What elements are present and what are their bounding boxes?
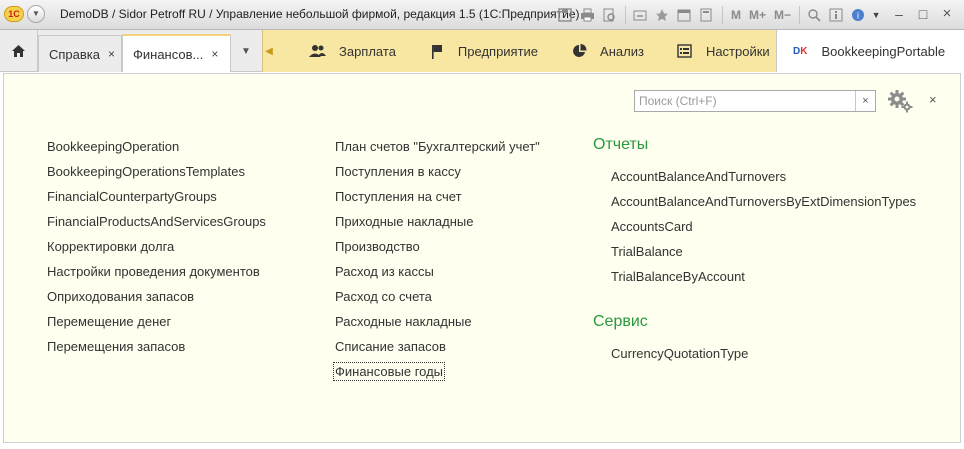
svg-text:i: i bbox=[857, 11, 859, 21]
service-link[interactable]: CurrencyQuotationType bbox=[611, 346, 748, 371]
print-icon[interactable] bbox=[577, 6, 597, 24]
nav-link[interactable]: Расход со счета bbox=[335, 289, 540, 314]
info-icon[interactable] bbox=[826, 6, 846, 24]
users-icon bbox=[309, 42, 327, 60]
search-input[interactable] bbox=[635, 91, 855, 111]
section-bookkeeping-portable[interactable]: DK BookkeepingPortable bbox=[776, 30, 964, 72]
title-toolbar: M M+ M− i ▼ bbox=[555, 5, 884, 25]
nav-link[interactable]: Приходные накладные bbox=[335, 214, 540, 239]
memory-add-button[interactable]: M+ bbox=[749, 8, 766, 22]
calendar-icon[interactable] bbox=[674, 6, 694, 24]
nav-link[interactable]: FinancialCounterpartyGroups bbox=[47, 189, 266, 214]
service-group: Сервис CurrencyQuotationType bbox=[593, 313, 748, 371]
scroll-left-arrow-icon[interactable]: ◀ bbox=[263, 30, 275, 72]
tab-label: Финансов... bbox=[133, 46, 204, 62]
column-documents: План счетов "Бухгалтерский учет" Поступл… bbox=[332, 139, 540, 389]
nav-link-focused[interactable]: Финансовые годы bbox=[332, 362, 540, 389]
nav-link[interactable]: Оприходования запасов bbox=[47, 289, 266, 314]
nav-link[interactable]: План счетов "Бухгалтерский учет" bbox=[335, 139, 540, 164]
nav-link[interactable]: BookkeepingOperation bbox=[47, 139, 266, 164]
tab-finance[interactable]: Финансов... × bbox=[122, 34, 231, 72]
memory-subtract-button[interactable]: M− bbox=[774, 8, 791, 22]
report-link[interactable]: AccountBalanceAndTurnovers bbox=[611, 169, 916, 194]
nav-link[interactable]: BookkeepingOperationsTemplates bbox=[47, 164, 266, 189]
nav-link-text: Финансовые годы bbox=[332, 362, 446, 381]
nav-link[interactable]: Настройки проведения документов bbox=[47, 264, 266, 289]
zoom-icon[interactable] bbox=[804, 6, 824, 24]
nav-link[interactable]: Перемещение денег bbox=[47, 314, 266, 339]
report-link[interactable]: AccountsCard bbox=[611, 219, 916, 244]
nav-link[interactable]: Расходные накладные bbox=[335, 314, 540, 339]
bookkeeping-portable-icon: DK bbox=[793, 45, 808, 57]
nav-link[interactable]: Перемещения запасов bbox=[47, 339, 266, 364]
save-icon[interactable] bbox=[555, 6, 575, 24]
section-salary[interactable]: Зарплата bbox=[309, 30, 396, 72]
section-label: BookkeepingPortable bbox=[821, 43, 946, 59]
home-icon bbox=[12, 45, 25, 57]
flag-icon bbox=[428, 42, 446, 60]
tab-bar: Справка × Финансов... × ▼ ◀ Зарплата Пре… bbox=[0, 30, 964, 72]
home-button[interactable] bbox=[0, 30, 38, 72]
section-enterprise[interactable]: Предприятие bbox=[428, 30, 538, 72]
gear-icon[interactable] bbox=[887, 89, 913, 113]
window-close-button[interactable]: × bbox=[936, 4, 958, 24]
section-analysis[interactable]: Анализ bbox=[570, 30, 644, 72]
group-title: Отчеты bbox=[593, 136, 649, 153]
calculator-icon[interactable] bbox=[696, 6, 716, 24]
favorite-icon[interactable] bbox=[652, 6, 672, 24]
nav-link[interactable]: FinancialProductsAndServicesGroups bbox=[47, 214, 266, 239]
search-clear-button[interactable]: × bbox=[855, 91, 875, 111]
section-label: Настройки bbox=[705, 43, 770, 59]
tabs-dropdown-button[interactable]: ▼ bbox=[231, 30, 261, 72]
report-link[interactable]: TrialBalance bbox=[611, 244, 916, 269]
section-label: Анализ bbox=[600, 43, 644, 59]
tab-close-icon[interactable]: × bbox=[108, 47, 115, 61]
settings-list-icon bbox=[676, 42, 694, 60]
report-link[interactable]: TrialBalanceByAccount bbox=[611, 269, 916, 294]
panel-close-button[interactable]: × bbox=[929, 92, 937, 107]
nav-link[interactable]: Расход из кассы bbox=[335, 264, 540, 289]
reports-group: Отчеты AccountBalanceAndTurnovers Accoun… bbox=[593, 136, 916, 294]
nav-link[interactable]: Поступления в кассу bbox=[335, 164, 540, 189]
section-settings[interactable]: Настройки bbox=[676, 30, 770, 72]
maximize-button[interactable]: □ bbox=[912, 4, 934, 24]
search-box: × bbox=[634, 90, 876, 112]
window-title: DemoDB / Sidor Petroff RU / Управление н… bbox=[60, 7, 580, 21]
function-panel: × × BookkeepingOperation BookkeepingOper… bbox=[3, 73, 961, 443]
nav-link[interactable]: Списание запасов bbox=[335, 339, 540, 364]
tab-close-icon[interactable]: × bbox=[211, 47, 218, 61]
report-link[interactable]: AccountBalanceAndTurnoversByExtDimension… bbox=[611, 194, 916, 219]
pie-chart-icon bbox=[570, 42, 588, 60]
section-label: Предприятие bbox=[457, 43, 539, 59]
section-label: Зарплата bbox=[339, 43, 396, 59]
title-bar: 1С ▼ DemoDB / Sidor Petroff RU / Управле… bbox=[0, 0, 964, 30]
column-catalogs: BookkeepingOperation BookkeepingOperatio… bbox=[47, 139, 266, 364]
tab-help[interactable]: Справка × bbox=[38, 35, 122, 72]
nav-link[interactable]: Корректировки долга bbox=[47, 239, 266, 264]
memory-store-button[interactable]: M bbox=[731, 8, 741, 22]
nav-link[interactable]: Поступления на счет bbox=[335, 189, 540, 214]
section-panel: ◀ Зарплата Предприятие Анализ Настройки bbox=[262, 30, 776, 72]
app-logo-icon: 1С bbox=[4, 6, 24, 22]
preview-icon[interactable] bbox=[599, 6, 619, 24]
tab-label: Справка bbox=[49, 46, 100, 62]
minimize-button[interactable]: – bbox=[888, 4, 910, 24]
help-icon[interactable]: i bbox=[848, 6, 868, 24]
nav-link[interactable]: Производство bbox=[335, 239, 540, 264]
main-menu-button[interactable]: ▼ bbox=[27, 5, 45, 23]
link-icon[interactable] bbox=[630, 6, 650, 24]
toolbar-menu-chevron-icon[interactable]: ▼ bbox=[870, 6, 882, 24]
group-title: Сервис bbox=[593, 313, 648, 330]
